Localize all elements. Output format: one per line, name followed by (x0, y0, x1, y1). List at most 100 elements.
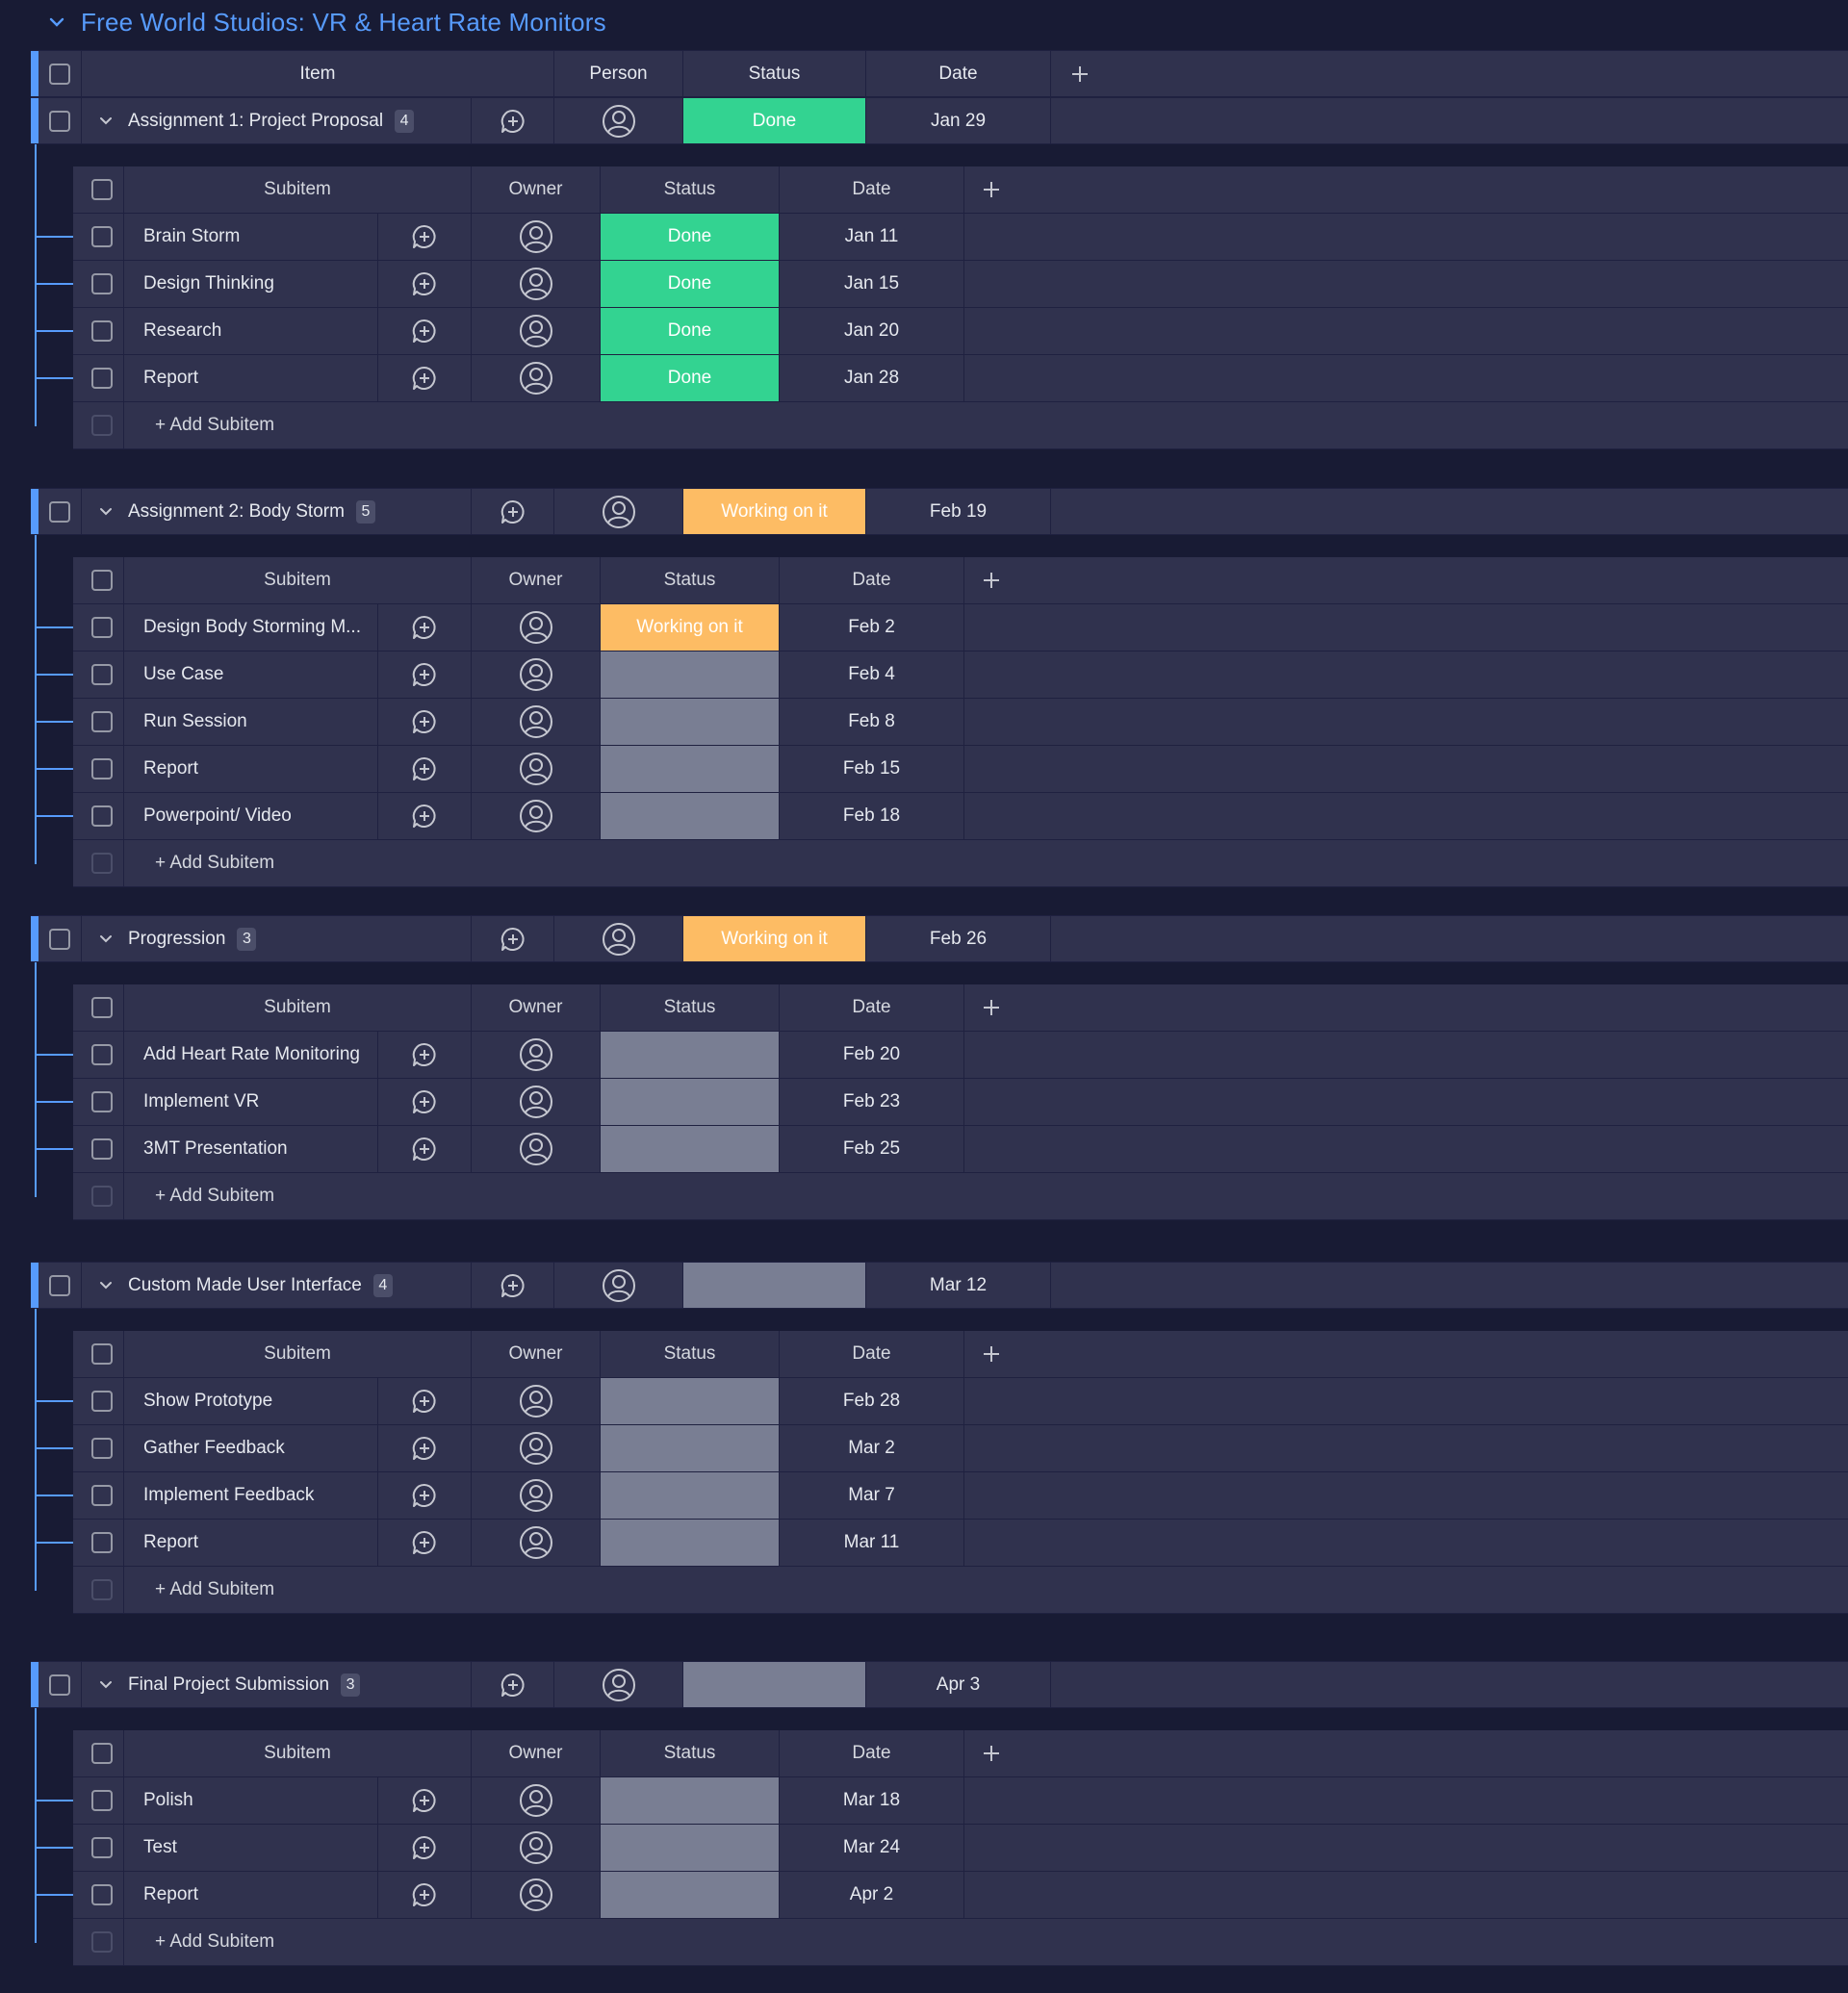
subitem-select-all-checkbox[interactable] (91, 179, 113, 200)
add-update-icon[interactable] (411, 1041, 438, 1068)
subitem-updates-cell[interactable] (378, 1425, 472, 1471)
subitem-owner-cell[interactable] (472, 652, 601, 698)
select-all-checkbox[interactable] (49, 63, 70, 85)
subitem-row[interactable]: Powerpoint/ Video Feb 18 (73, 793, 1848, 840)
subitem-name[interactable]: Implement VR (124, 1079, 378, 1125)
add-update-icon[interactable] (500, 498, 526, 525)
subitem-status-cell[interactable] (601, 793, 780, 839)
group-item-row[interactable]: Assignment 1: Project Proposal 4 Done Ja… (31, 97, 1848, 144)
subitem-row[interactable]: 3MT Presentation Feb 25 (73, 1126, 1848, 1173)
item-name-cell[interactable]: Progression 3 (82, 916, 472, 961)
subitem-row[interactable]: Report Done Jan 28 (73, 355, 1848, 402)
group-item-row[interactable]: Assignment 2: Body Storm 5 Working on it… (31, 488, 1848, 535)
subitem-count-badge[interactable]: 3 (237, 927, 257, 951)
column-header-sub-status[interactable]: Status (601, 1331, 780, 1377)
subitem-checkbox[interactable] (91, 273, 113, 294)
chevron-down-icon[interactable] (97, 503, 115, 521)
person-icon[interactable] (519, 1384, 553, 1418)
subitem-checkbox[interactable] (91, 1790, 113, 1811)
subitem-date-cell[interactable]: Feb 25 (780, 1126, 964, 1172)
subitem-checkbox[interactable] (91, 711, 113, 732)
person-icon[interactable] (519, 657, 553, 692)
add-subitem-button[interactable]: + Add Subitem (124, 1919, 509, 1965)
subitem-owner-cell[interactable] (472, 604, 601, 651)
add-subitem-button[interactable]: + Add Subitem (124, 402, 509, 448)
add-subitem-button[interactable]: + Add Subitem (124, 1567, 509, 1613)
group-item-row[interactable]: Final Project Submission 3 Apr 3 (31, 1661, 1848, 1708)
subitem-checkbox[interactable] (91, 1837, 113, 1858)
subitem-date-cell[interactable]: Feb 23 (780, 1079, 964, 1125)
add-update-icon[interactable] (411, 1482, 438, 1509)
column-header-subitem[interactable]: Subitem (124, 1331, 472, 1377)
subitem-date-cell[interactable]: Jan 20 (780, 308, 964, 354)
subitem-name[interactable]: Run Session (124, 699, 378, 745)
subitem-updates-cell[interactable] (378, 1872, 472, 1918)
person-icon[interactable] (519, 1037, 553, 1072)
subitem-row[interactable]: Gather Feedback Mar 2 (73, 1425, 1848, 1472)
column-header-person[interactable]: Person (554, 51, 683, 96)
column-header-date[interactable]: Date (866, 51, 1051, 96)
subitem-date-cell[interactable]: Feb 8 (780, 699, 964, 745)
item-checkbox[interactable] (49, 1674, 70, 1696)
person-icon[interactable] (519, 314, 553, 348)
item-person-cell[interactable] (554, 1662, 683, 1707)
item-checkbox[interactable] (49, 1274, 70, 1296)
subitem-date-cell[interactable]: Jan 15 (780, 261, 964, 307)
add-subitem-row[interactable]: + Add Subitem (73, 1567, 1848, 1614)
subitem-date-cell[interactable]: Feb 15 (780, 746, 964, 792)
person-icon[interactable] (519, 752, 553, 786)
person-icon[interactable] (519, 1783, 553, 1818)
add-update-icon[interactable] (500, 926, 526, 953)
item-name[interactable]: Assignment 2: Body Storm (128, 501, 345, 523)
subitem-checkbox[interactable] (91, 1485, 113, 1506)
subitem-row[interactable]: Run Session Feb 8 (73, 699, 1848, 746)
chevron-down-icon[interactable] (97, 1277, 115, 1294)
person-icon[interactable] (602, 1668, 636, 1702)
subitem-status-cell[interactable]: Done (601, 261, 780, 307)
add-update-icon[interactable] (500, 1672, 526, 1699)
item-date-cell[interactable]: Jan 29 (866, 98, 1051, 143)
subitem-status-cell[interactable]: Done (601, 308, 780, 354)
subitem-name[interactable]: Report (124, 746, 378, 792)
add-subitem-column-button[interactable] (964, 557, 1018, 603)
subitem-select-all-checkbox[interactable] (91, 1343, 113, 1365)
add-subitem-column-button[interactable] (964, 166, 1018, 213)
subitem-name[interactable]: Implement Feedback (124, 1472, 378, 1519)
person-icon[interactable] (602, 1268, 636, 1303)
person-icon[interactable] (519, 1830, 553, 1865)
item-person-cell[interactable] (554, 489, 683, 534)
column-header-sub-date[interactable]: Date (780, 1730, 964, 1776)
subitem-status-cell[interactable] (601, 1079, 780, 1125)
item-name[interactable]: Progression (128, 929, 225, 950)
person-icon[interactable] (519, 1525, 553, 1560)
subitem-count-badge[interactable]: 4 (372, 1273, 393, 1297)
subitem-updates-cell[interactable] (378, 1032, 472, 1078)
subitem-date-cell[interactable]: Apr 2 (780, 1872, 964, 1918)
add-update-icon[interactable] (411, 1388, 438, 1415)
person-icon[interactable] (519, 799, 553, 833)
item-date-cell[interactable]: Mar 12 (866, 1263, 1051, 1308)
subitem-status-cell[interactable] (601, 1777, 780, 1824)
subitem-status-cell[interactable] (601, 1825, 780, 1871)
add-update-icon[interactable] (411, 270, 438, 297)
subitem-row[interactable]: Brain Storm Done Jan 11 (73, 214, 1848, 261)
subitem-owner-cell[interactable] (472, 699, 601, 745)
add-update-icon[interactable] (411, 661, 438, 688)
subitem-select-all-checkbox[interactable] (91, 1743, 113, 1764)
subitem-name[interactable]: Report (124, 1520, 378, 1566)
add-update-icon[interactable] (411, 1136, 438, 1163)
subitem-owner-cell[interactable] (472, 1126, 601, 1172)
subitem-owner-cell[interactable] (472, 1472, 601, 1519)
item-name-cell[interactable]: Assignment 1: Project Proposal 4 (82, 98, 472, 143)
subitem-date-cell[interactable]: Feb 28 (780, 1378, 964, 1424)
subitem-name[interactable]: Gather Feedback (124, 1425, 378, 1471)
person-icon[interactable] (519, 1878, 553, 1912)
subitem-name[interactable]: Show Prototype (124, 1378, 378, 1424)
subitem-date-cell[interactable]: Feb 2 (780, 604, 964, 651)
subitem-select-all-checkbox[interactable] (91, 570, 113, 591)
person-icon[interactable] (519, 704, 553, 739)
subitem-updates-cell[interactable] (378, 1472, 472, 1519)
add-subitem-row[interactable]: + Add Subitem (73, 1919, 1848, 1966)
subitem-status-cell[interactable] (601, 1126, 780, 1172)
add-update-icon[interactable] (411, 223, 438, 250)
